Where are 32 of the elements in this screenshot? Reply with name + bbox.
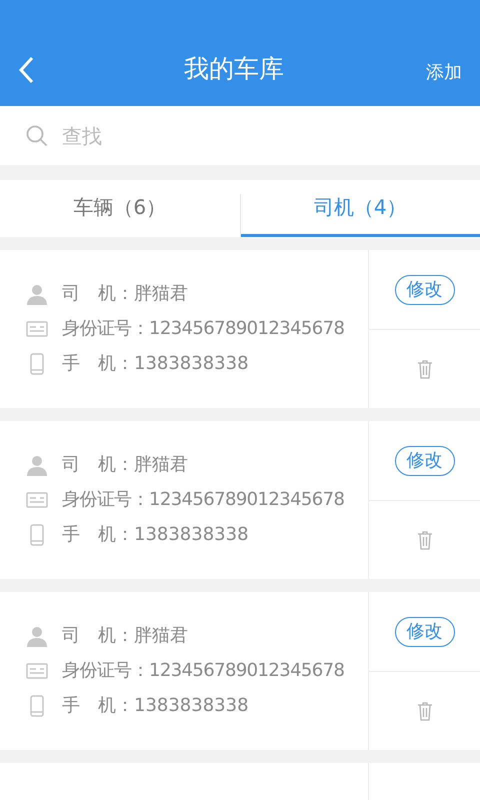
trash-icon[interactable] (416, 701, 432, 721)
person-icon (26, 454, 48, 476)
id-card-icon (26, 321, 48, 337)
id-number: 身份证号：123456789012345678 (62, 488, 344, 512)
id-card-icon (26, 663, 48, 679)
phone-number: 手 机：1383838338 (62, 694, 249, 718)
edit-button[interactable]: 修改 (394, 446, 454, 476)
page-title: 我的车库 (184, 53, 284, 85)
tab[interactable]: 司机（4） (240, 180, 480, 237)
edit-button[interactable]: 修改 (394, 616, 454, 646)
trash-icon[interactable] (416, 359, 432, 379)
id-card-icon (26, 492, 48, 508)
phone-icon (30, 353, 44, 375)
phone-number: 手 机：1383838338 (62, 352, 249, 376)
driver-name: 司 机：胖猫君 (62, 624, 188, 648)
id-number: 身份证号：123456789012345678 (62, 317, 344, 341)
person-icon (26, 625, 48, 647)
phone-number: 手 机：1383838338 (62, 523, 249, 547)
id-number: 身份证号：123456789012345678 (62, 659, 344, 683)
search-field[interactable]: 查找 (0, 106, 480, 165)
phone-icon (30, 695, 44, 717)
driver-name: 司 机：胖猫君 (62, 282, 188, 306)
add-button[interactable]: 添加 (426, 61, 462, 85)
person-icon (26, 283, 48, 305)
back-icon (18, 56, 34, 84)
search-icon (26, 124, 48, 146)
edit-button[interactable]: 修改 (394, 274, 454, 304)
search-input[interactable]: 查找 (62, 120, 454, 150)
phone-icon (30, 524, 44, 546)
driver-name: 司 机：胖猫君 (62, 453, 188, 477)
trash-icon[interactable] (416, 530, 432, 550)
tab[interactable]: 车辆（6） (0, 180, 240, 237)
